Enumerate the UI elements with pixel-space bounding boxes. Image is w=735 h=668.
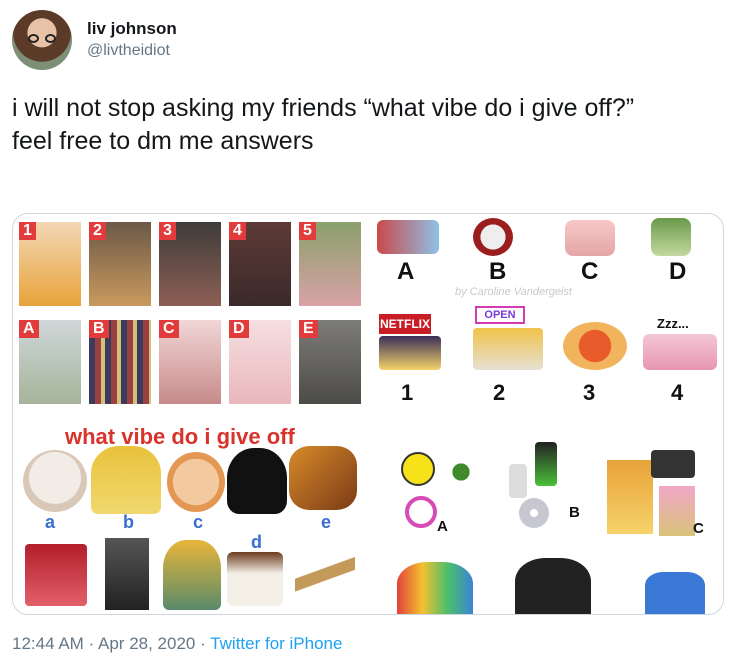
pipe-icon xyxy=(295,544,355,608)
tile-letter: D xyxy=(229,320,249,338)
vibe-title: what vibe do i give off xyxy=(65,424,295,449)
photo-tile: 2 xyxy=(89,222,151,306)
photo-tile: 4 xyxy=(229,222,291,306)
tile-letter: B xyxy=(89,320,109,338)
tile-letter: C xyxy=(159,320,179,338)
book-icon xyxy=(607,460,653,534)
vibe-letter: b xyxy=(123,512,134,532)
vibe-letter: a xyxy=(45,512,56,532)
tie-dye-hoodie xyxy=(397,562,473,614)
tile-number: 3 xyxy=(159,222,176,240)
option-letter: C xyxy=(581,258,599,285)
option-number: 3 xyxy=(583,380,596,405)
separator: · xyxy=(88,634,99,653)
peace-icon xyxy=(405,496,437,528)
option-label: B xyxy=(569,504,580,521)
cassette-icon xyxy=(651,450,695,478)
coffee-mug-icon xyxy=(227,552,283,606)
tweet-line-1: i will not stop asking my friends “what … xyxy=(12,94,635,122)
user-handle[interactable]: @livtheidiot xyxy=(87,42,170,60)
gnome-icon xyxy=(91,446,161,514)
media-image-2[interactable]: A B C D by Caroline Vandergeist NETFLIX … xyxy=(369,214,723,414)
cd-icon xyxy=(519,498,549,528)
tile-number: 1 xyxy=(19,222,36,240)
photo-tile: C xyxy=(159,320,221,404)
smiley-icon xyxy=(401,452,435,486)
tweet-source-link[interactable]: Twitter for iPhone xyxy=(210,634,342,653)
photo-tile: B xyxy=(89,320,151,404)
option-number: 2 xyxy=(493,380,506,405)
snacks-illustration xyxy=(379,336,441,370)
dragon-icon xyxy=(289,446,357,510)
media-image-3[interactable]: what vibe do i give off a b c d e xyxy=(13,416,367,614)
sleep-text: Zzz... xyxy=(657,316,689,331)
photo-tile: 1 xyxy=(19,222,81,306)
option-label: A xyxy=(437,518,448,535)
bed-illustration xyxy=(643,334,717,370)
blue-tshirt xyxy=(645,572,705,614)
black-hoodie xyxy=(515,558,591,614)
vibe-letter: d xyxy=(251,532,262,552)
tweet-footer: 12:44 AM · Apr 28, 2020 · Twitter for iP… xyxy=(12,634,342,654)
guillotine-icon xyxy=(105,538,149,610)
tweet-time[interactable]: 12:44 AM xyxy=(12,634,84,653)
option-label: C xyxy=(693,520,704,537)
photo-tile: 3 xyxy=(159,222,221,306)
option-letter: D xyxy=(669,258,687,285)
sunflower-chair xyxy=(163,540,221,610)
magazine-icon xyxy=(659,486,695,536)
media-image-4[interactable]: A B C xyxy=(369,416,723,614)
pizza-icon xyxy=(563,322,627,370)
option-letter: A xyxy=(397,258,415,285)
avatar[interactable] xyxy=(12,10,72,70)
cat-icon xyxy=(167,452,225,512)
dog-icon xyxy=(23,450,87,512)
leaf-icon xyxy=(441,452,481,492)
tweet-date[interactable]: Apr 28, 2020 xyxy=(98,634,195,653)
image-credit: by Caroline Vandergeist xyxy=(455,286,572,298)
open-sign: OPEN xyxy=(475,306,525,324)
photo-tile: E xyxy=(299,320,361,404)
tweet-header: liv johnson @livtheidiot xyxy=(12,10,712,70)
tweet-text: i will not stop asking my friends “what … xyxy=(12,92,712,158)
option-number: 1 xyxy=(401,380,414,405)
skull-icon xyxy=(473,218,513,256)
option-letter: B xyxy=(489,258,507,285)
tile-letter: E xyxy=(299,320,318,338)
option-number: 4 xyxy=(671,380,684,405)
media-grid[interactable]: 1 2 3 4 5 A B C D E A B C D by Caroline … xyxy=(12,213,724,615)
photo-tile: D xyxy=(229,320,291,404)
tile-number: 5 xyxy=(299,222,316,240)
netflix-sign: NETFLIX xyxy=(379,314,431,334)
tweet-line-2: feel free to dm me answers xyxy=(12,127,314,155)
cactus-icon xyxy=(651,218,691,256)
display-name[interactable]: liv johnson xyxy=(87,19,177,39)
glasses-icon xyxy=(28,34,56,43)
photo-tile: A xyxy=(19,320,81,404)
energy-can-icon xyxy=(535,442,557,486)
separator: · xyxy=(200,634,211,653)
black-cat-icon xyxy=(227,448,287,514)
tile-letter: A xyxy=(19,320,39,338)
object-illustration xyxy=(565,220,615,256)
vibe-letter: c xyxy=(193,512,204,532)
object-illustration xyxy=(377,220,439,254)
tile-number: 2 xyxy=(89,222,106,240)
vibe-letter: e xyxy=(321,512,332,532)
photo-tile: 5 xyxy=(299,222,361,306)
media-image-1[interactable]: 1 2 3 4 5 A B C D E xyxy=(13,214,367,414)
lighter-icon xyxy=(509,464,527,498)
drinks-illustration xyxy=(473,328,543,370)
tile-number: 4 xyxy=(229,222,246,240)
product-box xyxy=(25,544,87,606)
